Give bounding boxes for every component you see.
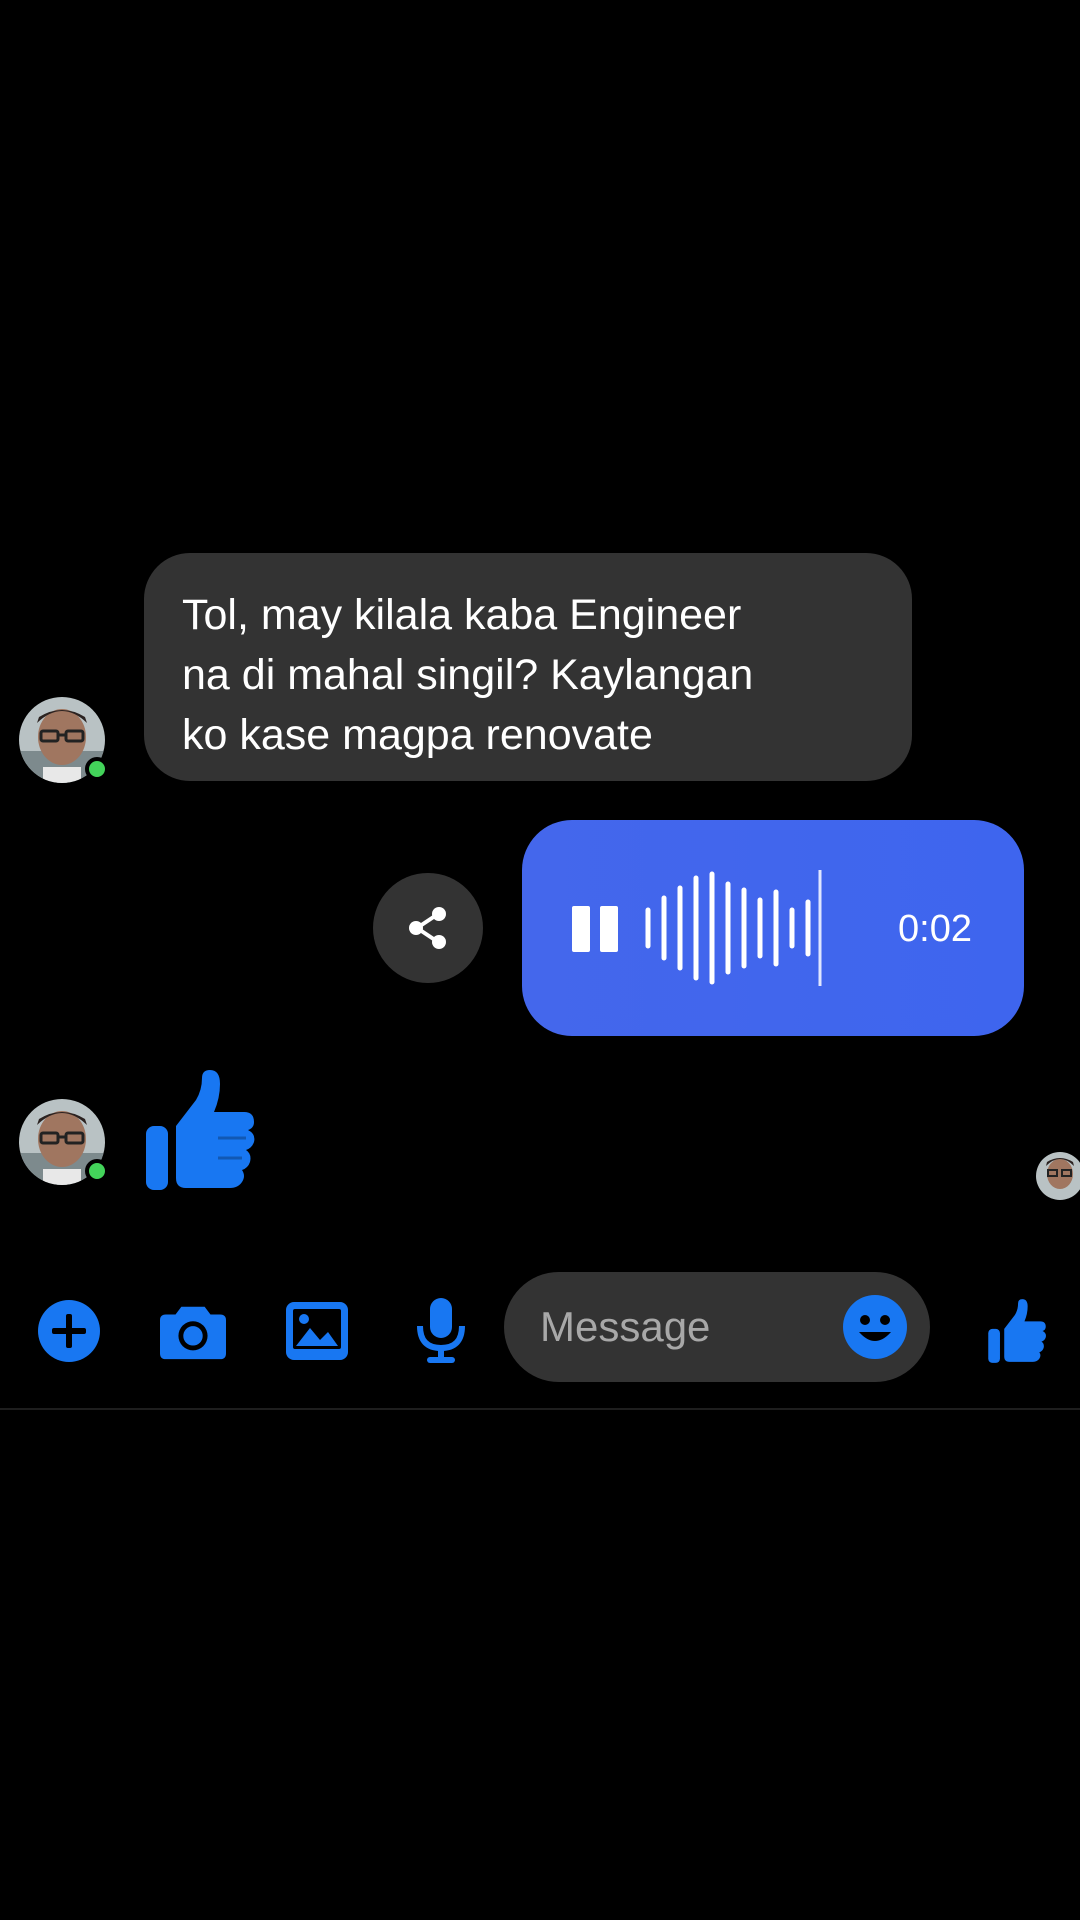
pause-icon-bar-right [600,906,618,952]
microphone-button[interactable] [408,1298,474,1364]
voice-waveform[interactable] [644,868,824,988]
contact-avatar-2[interactable] [19,1099,109,1185]
gallery-button[interactable] [284,1298,350,1364]
voice-duration: 0:02 [898,908,972,950]
plus-button[interactable] [36,1298,102,1364]
gallery-icon [286,1302,348,1360]
contact-avatar[interactable] [19,697,109,783]
online-status-dot [85,1159,109,1183]
chat-screen: Tol, may kilala kaba Engineer na di maha… [0,0,1080,1920]
bottom-divider [0,1408,1080,1410]
camera-icon [160,1306,226,1360]
voice-message-bubble[interactable]: 0:02 [522,820,1024,1036]
pause-button[interactable] [572,906,618,952]
share-icon [409,907,446,949]
plus-icon [38,1300,100,1362]
online-status-dot [85,757,109,781]
thumbs-up-icon[interactable] [144,1068,256,1192]
seen-avatar [1036,1152,1080,1200]
message-input[interactable] [540,1294,820,1360]
share-button[interactable] [373,873,483,983]
camera-button[interactable] [160,1298,226,1364]
incoming-message-bubble[interactable]: Tol, may kilala kaba Engineer na di maha… [144,553,912,781]
emoji-icon[interactable] [842,1294,908,1360]
microphone-icon [417,1298,465,1363]
thumbs-up-icon [988,1299,1046,1363]
incoming-message-text: Tol, may kilala kaba Engineer na di maha… [182,591,754,759]
send-like-button[interactable] [984,1298,1050,1364]
pause-icon-bar-left [572,906,590,952]
message-field[interactable] [504,1272,930,1382]
